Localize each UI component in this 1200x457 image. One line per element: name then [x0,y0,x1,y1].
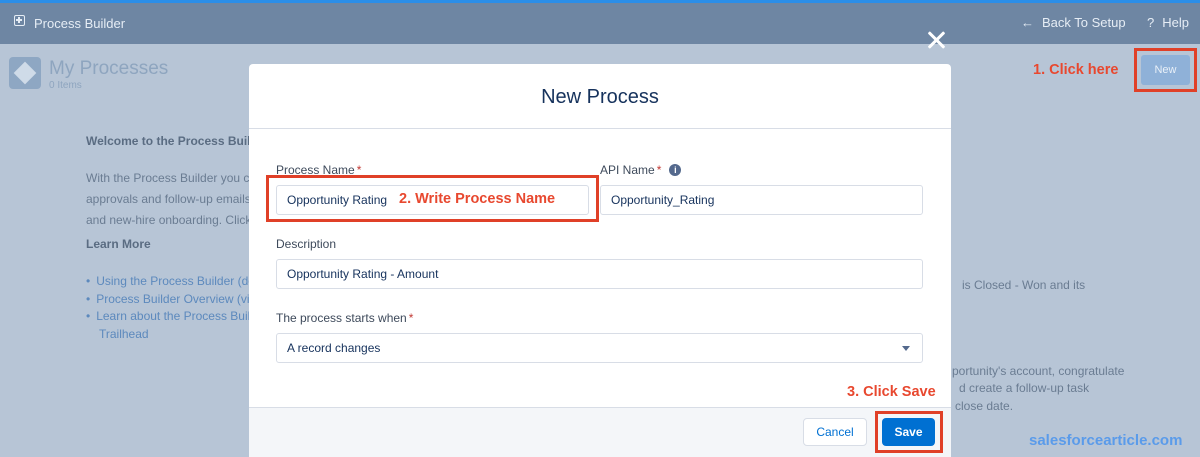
page-title: My Processes [49,58,169,79]
process-builder-icon [14,15,25,26]
starts-when-label: The process starts when * [276,311,413,325]
back-to-setup-link[interactable]: ← Back To Setup [1021,15,1126,30]
app-header: Process Builder ← Back To Setup ? Help [0,3,1200,44]
link-process-builder-overview[interactable]: Process Builder Overview (vi [86,291,251,309]
link-learn-about-process-builder[interactable]: Learn about the Process Buil [86,308,251,326]
modal-title: New Process [541,86,659,108]
save-button[interactable]: Save [882,418,935,446]
intro-line: approvals and follow-up emails, [86,192,251,206]
question-icon: ? [1147,15,1155,30]
right-text-line: is Closed - Won and its [962,278,1086,292]
back-to-setup-label: Back To Setup [1042,15,1126,30]
api-name-input[interactable]: Opportunity_Rating [600,185,923,215]
step3-callout: 3. Click Save [847,384,936,400]
new-process-modal: New Process Process Name * Opportunity Ra… [249,64,951,457]
item-count: 0 Items [49,80,82,91]
required-asterisk: * [408,311,414,325]
link-trailhead[interactable]: Trailhead [86,326,251,344]
intro-text: With the Process Builder you ca approval… [86,168,251,231]
intro-line: and new-hire onboarding. Click [86,213,251,227]
required-asterisk: * [656,163,662,177]
chevron-down-icon [902,346,910,351]
help-label: Help [1162,15,1189,30]
api-name-label: API Name * i [600,163,682,177]
starts-when-label-text: The process starts when [276,311,407,325]
intro-line: With the Process Builder you ca [86,171,251,185]
watermark: salesforcearticle.com [1029,432,1183,449]
new-process-button[interactable]: New [1141,55,1190,85]
right-text-line: close date. [955,399,1014,413]
right-text-line: d create a follow-up task [959,381,1090,395]
step1-callout: 1. Click here [1033,62,1119,78]
help-link[interactable]: ? Help [1147,15,1189,30]
info-icon[interactable]: i [669,164,682,176]
link-using-process-builder[interactable]: Using the Process Builder (do [86,273,251,291]
description-input[interactable]: Opportunity Rating - Amount [276,259,923,289]
right-text-line: portunity's account, congratulate [952,364,1125,378]
starts-when-select[interactable]: A record changes [276,333,923,363]
process-logo-icon [9,57,41,89]
app-title: Process Builder [34,16,126,31]
close-modal-icon[interactable] [925,28,949,52]
learn-more-links: Using the Process Builder (do Process Bu… [86,273,251,343]
description-label: Description [276,237,337,251]
learn-more-heading: Learn More [86,237,151,251]
starts-when-value: A record changes [287,341,381,355]
arrow-left-icon: ← [1021,15,1034,30]
cancel-button[interactable]: Cancel [803,418,867,446]
step2-callout: 2. Write Process Name [399,191,556,207]
modal-header: New Process [249,64,951,129]
api-name-label-text: API Name [600,163,655,177]
welcome-heading: Welcome to the Process Buil [86,134,251,148]
